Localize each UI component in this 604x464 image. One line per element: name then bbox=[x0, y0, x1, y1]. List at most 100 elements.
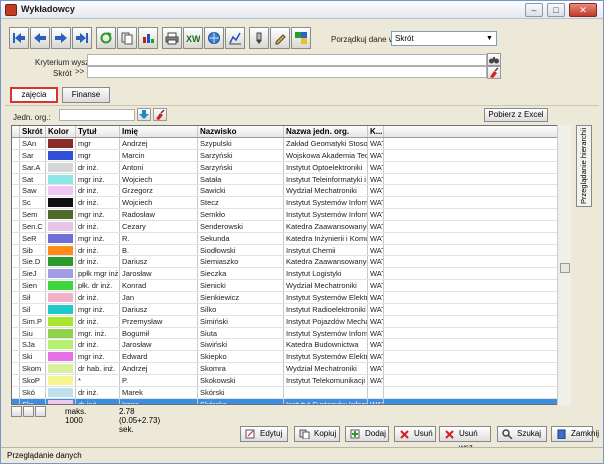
table-row[interactable]: Siu mgr. inż. Bogumił Siuta Instytut Systemó… bbox=[12, 327, 570, 340]
table-row[interactable]: SAn mgr Andrzej Szypulski Zakład Geomatyki S… bbox=[12, 138, 570, 150]
table-row[interactable]: Sib dr inż.B.SiodłowskiInstytut ChemiiWAT bbox=[12, 244, 570, 257]
excel-export-button[interactable]: XW bbox=[183, 27, 203, 49]
table-row[interactable]: Saw dr inż. Grzegorz Sawicki Wydział Mechatr… bbox=[12, 185, 570, 198]
skrot-input[interactable] bbox=[87, 66, 487, 78]
cell-nazwisko: Skomra bbox=[198, 363, 284, 374]
table-row[interactable]: Skr dr inż. Irena Skórska Instytut Systemów … bbox=[12, 398, 570, 404]
table-row[interactable]: Sie.D dr inż. Dariusz Siemiaszko Katedra Zaa… bbox=[12, 256, 570, 269]
table-row[interactable]: Skó dr inż. Marek Skórski bbox=[12, 386, 570, 399]
color-swatch bbox=[48, 375, 73, 385]
cell-jednostka: Wydział Mechatroniki bbox=[284, 280, 368, 291]
cell-skrot: SieJ bbox=[20, 268, 46, 280]
print-button[interactable] bbox=[162, 27, 182, 49]
table-row[interactable]: Sił dr inż. Jan Sienkiewicz Instytut Systemó… bbox=[12, 291, 570, 304]
copy-doc-button[interactable] bbox=[117, 27, 137, 49]
max-records: maks. 1000 bbox=[65, 407, 87, 425]
left-arrow-icon bbox=[34, 33, 46, 43]
last-record-button[interactable] bbox=[72, 27, 92, 49]
table-row[interactable]: SJa dr inż. Jarosław Siwiński Katedra Budown… bbox=[12, 339, 570, 352]
refresh-button[interactable] bbox=[96, 27, 116, 49]
chevron-down-icon[interactable]: ▼ bbox=[483, 32, 496, 45]
cell-kolor bbox=[46, 244, 76, 256]
table-row[interactable]: Sien płk. dr inż. Konrad Sienicki Wydział Me… bbox=[12, 280, 570, 292]
table-row[interactable]: Sil mgr inż. Dariusz Silko Instytut Radioele… bbox=[12, 303, 570, 316]
maximize-button[interactable]: □ bbox=[547, 3, 565, 17]
row-indicator bbox=[12, 220, 20, 232]
clear-filter-button[interactable] bbox=[487, 66, 501, 79]
cell-kolor bbox=[46, 280, 76, 291]
header-imie[interactable]: Imię bbox=[120, 126, 198, 137]
table-row[interactable]: Sar.A dr inż. Antoni Sarzyński Instytut Opto… bbox=[12, 161, 570, 174]
excel-import-button[interactable]: Pobierz z Excel bbox=[484, 108, 548, 122]
minimize-button[interactable]: – bbox=[525, 3, 543, 17]
header-jednostka[interactable]: Nazwa jedn. org. bbox=[284, 126, 368, 137]
cell-tytul: dr inż. bbox=[76, 161, 120, 173]
cell-imie: Andrzej bbox=[120, 138, 198, 149]
color-swatch bbox=[48, 304, 73, 314]
graph-button[interactable] bbox=[225, 27, 245, 49]
grid-nav-button-2[interactable] bbox=[23, 406, 34, 417]
table-row[interactable]: Ski mgr inż. Edward Skiepko Instytut Systemó… bbox=[12, 351, 570, 364]
cell-imie: Edward bbox=[120, 351, 198, 363]
cell-nazwisko: Sienkiewicz bbox=[198, 291, 284, 303]
cell-k: WAT bbox=[368, 268, 384, 280]
table-row[interactable]: Sc dr inż. Wojciech Stecz Instytut Systemów … bbox=[12, 197, 570, 210]
cell-imie: Wojciech bbox=[120, 197, 198, 209]
criteria-input[interactable] bbox=[87, 54, 487, 66]
hierarchy-side-tab[interactable]: Przeglądanie hierarchii bbox=[576, 125, 592, 207]
delete-button[interactable]: Usuń bbox=[394, 426, 436, 442]
cell-skrot: Sim.P bbox=[20, 315, 46, 327]
cell-skrot: Sił bbox=[20, 291, 46, 303]
organize-button[interactable] bbox=[291, 27, 311, 49]
vertical-scrollbar[interactable] bbox=[557, 125, 571, 405]
header-indicator bbox=[12, 126, 20, 137]
next-record-button[interactable] bbox=[51, 27, 71, 49]
grid-nav-button-1[interactable] bbox=[11, 406, 22, 417]
table-row[interactable]: Skom dr hab. inż. Andrzej Skomra Wydział Mec… bbox=[12, 363, 570, 375]
row-indicator bbox=[12, 138, 20, 149]
first-record-button[interactable] bbox=[9, 27, 29, 49]
table-row[interactable]: Sem mgr inż. Radosław Semkło Instytut System… bbox=[12, 209, 570, 221]
header-tytul[interactable]: Tytuł bbox=[76, 126, 120, 137]
delete-all-button[interactable]: Usuń wsz. bbox=[439, 426, 491, 452]
table-row[interactable]: Sar mgr Marcin Sarzyński Wojskowa Akademia T… bbox=[12, 149, 570, 162]
table-row[interactable]: Sim.P dr inż. Przemysław Simiński Instytut P… bbox=[12, 315, 570, 328]
close-window-button[interactable]: ✕ bbox=[569, 3, 597, 17]
table-row[interactable]: SieJ ppłk mgr inż. Jarosław Sieczka Instytut… bbox=[12, 268, 570, 281]
table-row[interactable]: Sen.C dr inż. Cezary Senderowski Katedra Zaa… bbox=[12, 220, 570, 233]
tool-button[interactable] bbox=[249, 27, 269, 49]
unit-download-button[interactable] bbox=[137, 108, 151, 121]
table-row[interactable]: SeR mgr inż. R. Sekunda Katedra Inżynierii i… bbox=[12, 232, 570, 245]
printer-icon bbox=[165, 32, 179, 45]
table-row[interactable]: Sat mgr inż. Wojciech Satała Instytut Telein… bbox=[12, 173, 570, 186]
tab-finanse[interactable]: Finanse bbox=[62, 87, 110, 103]
edit-tool-button[interactable] bbox=[270, 27, 290, 49]
close-button[interactable]: Zamknij bbox=[551, 426, 599, 442]
grid-nav-button-3[interactable] bbox=[35, 406, 46, 417]
cell-tytul: mgr. inż. bbox=[76, 327, 120, 339]
header-k[interactable]: K... bbox=[368, 126, 384, 137]
row-indicator bbox=[12, 268, 20, 280]
color-swatch bbox=[48, 269, 73, 279]
header-skrot[interactable]: Skrót bbox=[20, 126, 46, 137]
scroll-thumb[interactable] bbox=[560, 263, 570, 273]
web-button[interactable] bbox=[204, 27, 224, 49]
cell-kolor bbox=[46, 374, 76, 386]
unit-clear-button[interactable] bbox=[153, 108, 167, 121]
table-row[interactable]: SkoP * P. Skokowski Instytut Telekomunikacji… bbox=[12, 374, 570, 387]
tab-zajecia[interactable]: zajęcia bbox=[10, 87, 58, 103]
header-kolor[interactable]: Kolor bbox=[46, 126, 76, 137]
header-nazwisko[interactable]: Nazwisko bbox=[198, 126, 284, 137]
add-button[interactable]: Dodaj bbox=[345, 426, 389, 442]
cell-nazwisko: Sarzyński bbox=[198, 161, 284, 173]
prev-record-button[interactable] bbox=[30, 27, 50, 49]
copy-button[interactable]: Kopiuj bbox=[294, 426, 340, 442]
search-button[interactable]: Szukaj bbox=[497, 426, 547, 442]
app-icon bbox=[5, 4, 17, 16]
sort-combo[interactable]: Skrót ▼ bbox=[391, 31, 497, 46]
cell-kolor bbox=[46, 327, 76, 339]
edit-button[interactable]: Edytuj bbox=[240, 426, 288, 442]
unit-input[interactable] bbox=[59, 109, 135, 121]
chart-button[interactable] bbox=[138, 27, 158, 49]
binoculars-button[interactable] bbox=[487, 53, 501, 66]
